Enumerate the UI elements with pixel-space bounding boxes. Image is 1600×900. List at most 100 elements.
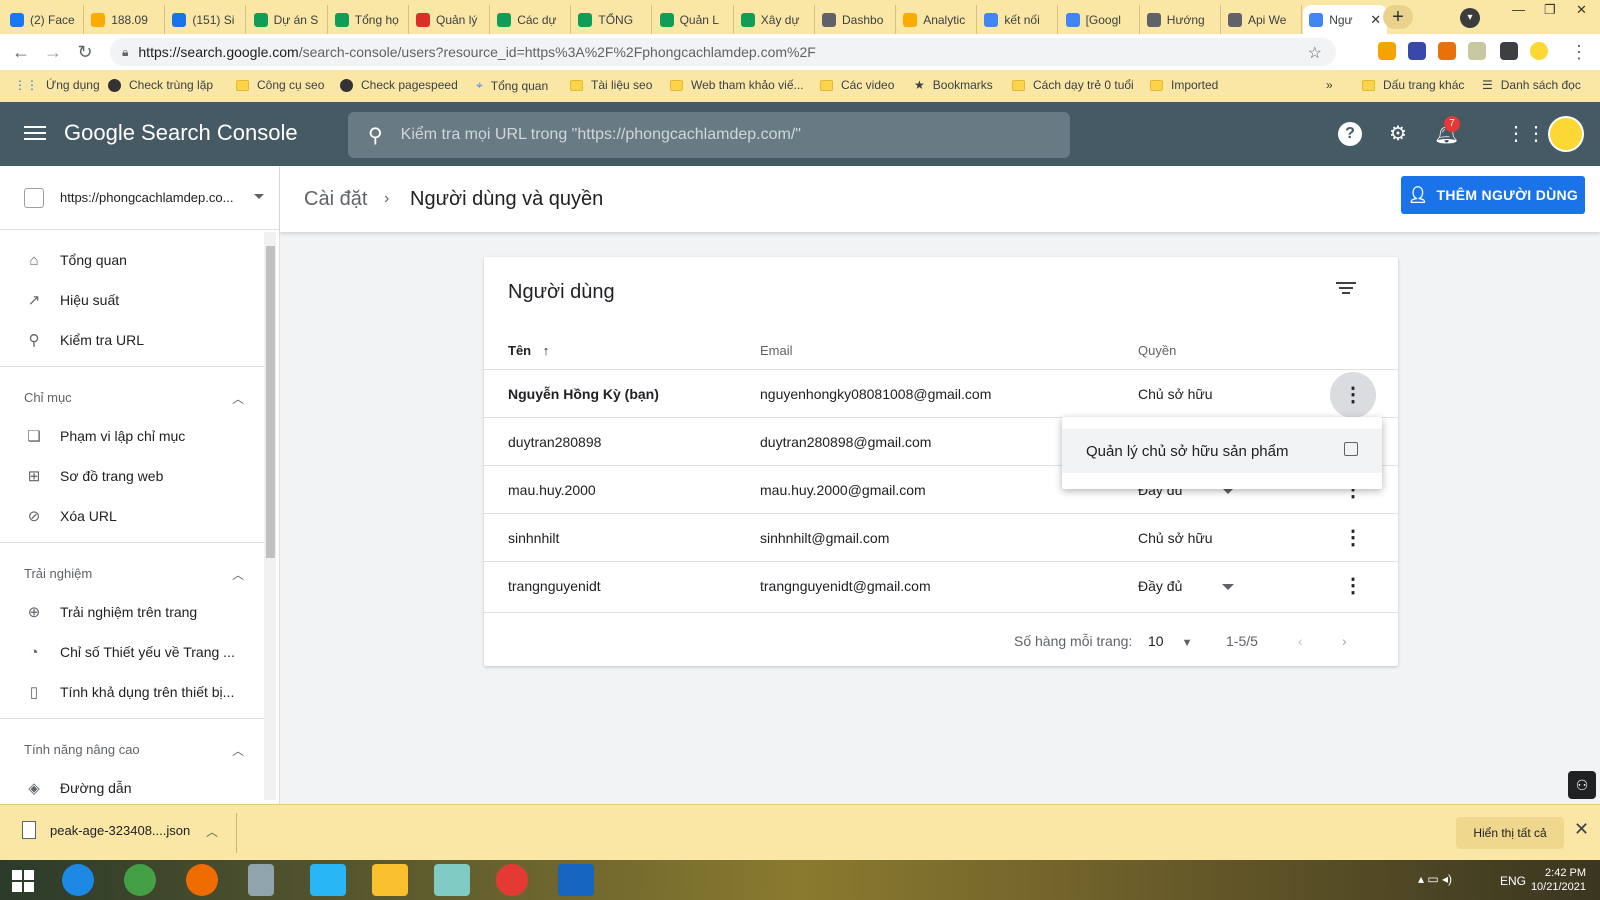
- rows-per-page-select[interactable]: 10 ▼: [1148, 633, 1192, 649]
- sidebar-item[interactable]: ❏ Phạm vi lập chỉ mục: [0, 416, 264, 456]
- extension-icon[interactable]: [1408, 42, 1426, 60]
- close-tab-icon[interactable]: ✕: [1370, 12, 1381, 28]
- puzzle-icon[interactable]: [1500, 42, 1518, 60]
- sidebar-item[interactable]: ◔ Chỉ số Thiết yếu về Trang ...: [0, 632, 264, 672]
- sidebar-item[interactable]: ⊕ Trải nghiệm trên trang: [0, 592, 264, 632]
- more-options-icon[interactable]: ⋮: [1337, 522, 1369, 554]
- chrome-icon[interactable]: [496, 864, 528, 896]
- sidebar-item[interactable]: ⚲ Kiểm tra URL: [0, 320, 264, 360]
- user-permission[interactable]: Đầy đủ: [1138, 578, 1182, 594]
- bookmark-item[interactable]: Tài liệu seo: [570, 78, 652, 92]
- tab[interactable]: Các dự: [491, 5, 572, 34]
- next-page-icon[interactable]: ›: [1342, 633, 1347, 649]
- help-icon[interactable]: ?: [1338, 122, 1362, 146]
- tab[interactable]: Ngư ✕: [1303, 5, 1388, 34]
- bookmark-item[interactable]: Dấu trang khác: [1362, 78, 1464, 92]
- bookmark-item[interactable]: Các video: [820, 78, 894, 92]
- tab[interactable]: Hướng: [1141, 5, 1221, 34]
- word-icon[interactable]: [558, 864, 594, 896]
- sidebar-item[interactable]: ▯ Tính khả dụng trên thiết bị...: [0, 672, 264, 712]
- sidebar-item[interactable]: ⊘ Xóa URL: [0, 496, 264, 536]
- ie-icon[interactable]: [62, 864, 94, 896]
- show-all-button[interactable]: Hiển thị tất cả: [1456, 817, 1564, 849]
- prev-page-icon[interactable]: ‹: [1298, 633, 1303, 649]
- sidebar-section-header[interactable]: Chỉ mục ︿: [24, 390, 244, 406]
- filter-icon[interactable]: [1336, 279, 1356, 295]
- tab[interactable]: (151) Si: [166, 5, 247, 34]
- control-panel-icon[interactable]: [310, 864, 346, 896]
- extension-icon[interactable]: [1468, 42, 1486, 60]
- tab[interactable]: Quản L: [654, 5, 734, 34]
- property-selector[interactable]: https://phongcachlamdep.co...: [0, 166, 279, 230]
- breadcrumb-settings[interactable]: Cài đặt: [304, 188, 367, 211]
- menu-icon[interactable]: ⋮: [1568, 42, 1590, 63]
- tab[interactable]: [Googl: [1060, 5, 1140, 34]
- bookmark-item[interactable]: ☰ Danh sách đọc: [1482, 78, 1581, 92]
- more-options-icon[interactable]: ⋮: [1337, 570, 1369, 602]
- bookmark-item[interactable]: Check pagespeed: [340, 78, 458, 92]
- metamask-icon[interactable]: [1438, 42, 1456, 60]
- tray-icons[interactable]: ▴ ▭ ◂): [1418, 872, 1452, 886]
- sidebar-item[interactable]: ⌂ Tổng quan: [0, 240, 264, 280]
- manage-owners-menu-item[interactable]: Quản lý chủ sở hữu sản phẩm: [1062, 429, 1382, 473]
- bookmark-item[interactable]: Web tham khảo viế...: [670, 78, 804, 92]
- restore-icon[interactable]: ❐: [1544, 2, 1556, 18]
- download-item[interactable]: peak-age-323408....json: [22, 821, 190, 839]
- windows-start-icon[interactable]: [12, 870, 34, 892]
- forward-icon[interactable]: →: [42, 42, 64, 63]
- bookmark-item[interactable]: ⋮⋮ Ứng dụng: [14, 78, 100, 92]
- column-header-name[interactable]: Tên ↑: [508, 343, 549, 358]
- url-bar[interactable]: 🔒︎ https://search.google.com/search-cons…: [110, 38, 1336, 66]
- firefox-icon[interactable]: [186, 864, 218, 896]
- feedback-icon[interactable]: ⚇: [1568, 771, 1596, 799]
- tab[interactable]: Api We: [1222, 5, 1302, 34]
- hamburger-menu-icon[interactable]: [24, 122, 46, 144]
- tab-search-icon[interactable]: ▾: [1460, 8, 1480, 28]
- language-indicator[interactable]: ENG: [1500, 874, 1526, 888]
- permission-dropdown-icon[interactable]: [1222, 584, 1234, 590]
- chevron-up-icon[interactable]: ︿: [206, 823, 218, 840]
- search-input[interactable]: [400, 126, 1001, 144]
- tab[interactable]: Dự án S: [248, 5, 328, 34]
- tab[interactable]: (2) Face: [4, 5, 84, 34]
- profile-avatar[interactable]: [1530, 42, 1548, 60]
- tab[interactable]: Tổng họ: [329, 5, 409, 34]
- calculator-icon[interactable]: [248, 864, 274, 896]
- file-explorer-icon[interactable]: [372, 864, 408, 896]
- sidebar-section-header[interactable]: Trải nghiệm ︿: [24, 566, 244, 582]
- sidebar-item[interactable]: ⊞ Sơ đồ trang web: [0, 456, 264, 496]
- bookmark-item[interactable]: Check trùng lặp: [108, 78, 213, 92]
- tab[interactable]: Xây dự: [735, 5, 815, 34]
- bookmark-item[interactable]: Công cụ seo: [236, 78, 324, 92]
- minimize-icon[interactable]: —: [1512, 2, 1525, 17]
- bookmark-star-icon[interactable]: ☆: [1308, 43, 1322, 63]
- bookmark-item[interactable]: ⌖ Tổng quan: [476, 78, 548, 93]
- url-inspection-search[interactable]: ⚲: [348, 112, 1070, 158]
- more-options-icon[interactable]: ⋮: [1330, 372, 1376, 418]
- avatar[interactable]: [1548, 116, 1584, 152]
- tab[interactable]: kết nối: [978, 5, 1059, 34]
- bookmark-item[interactable]: ★ Bookmarks: [914, 78, 993, 92]
- tab[interactable]: Analytic: [897, 5, 978, 34]
- add-user-button[interactable]: 👤︎ THÊM NGƯỜI DÙNG: [1401, 176, 1585, 214]
- sidebar-item[interactable]: ↗ Hiệu suất: [0, 280, 264, 320]
- close-icon[interactable]: ✕: [1574, 819, 1589, 840]
- bookmark-item[interactable]: Cách dạy trẻ 0 tuổi: [1012, 78, 1134, 92]
- reload-icon[interactable]: ↻: [74, 42, 96, 63]
- tab[interactable]: 188.09: [85, 5, 166, 34]
- notepad-icon[interactable]: [434, 864, 470, 896]
- close-window-icon[interactable]: ✕: [1576, 2, 1587, 18]
- gsc-logo[interactable]: Google Search Console: [64, 120, 298, 146]
- sidebar-item[interactable]: ◈ Đường dẫn: [0, 768, 264, 804]
- extension-icon[interactable]: [1378, 42, 1396, 60]
- tab[interactable]: Quản lý: [410, 5, 490, 34]
- scrollbar-thumb[interactable]: [266, 246, 275, 558]
- tab[interactable]: TỔNG: [572, 5, 653, 34]
- new-tab-button[interactable]: +: [1383, 5, 1413, 29]
- bookmark-item[interactable]: Imported: [1150, 78, 1218, 92]
- clock[interactable]: 2:42 PM 10/21/2021: [1531, 866, 1586, 894]
- tab[interactable]: Dashbo: [816, 5, 896, 34]
- app-icon[interactable]: [124, 864, 156, 896]
- settings-user-icon[interactable]: ⚙: [1386, 122, 1410, 146]
- apps-grid-icon[interactable]: ⋮⋮: [1506, 122, 1546, 146]
